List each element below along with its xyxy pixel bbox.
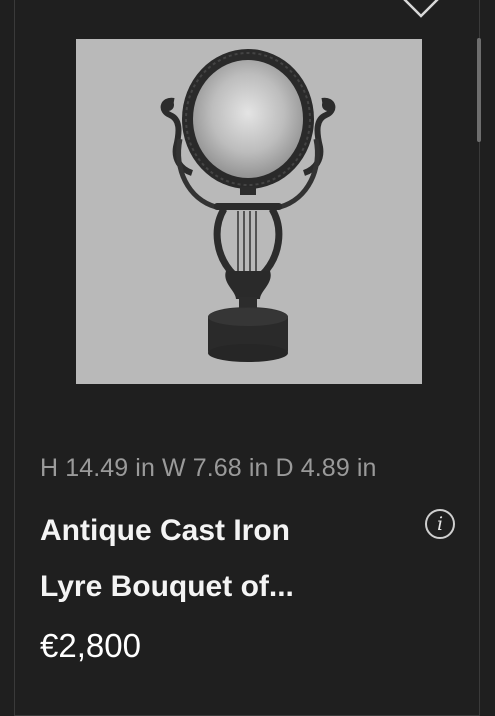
product-image[interactable] xyxy=(76,39,422,384)
product-price: €2,800 xyxy=(40,627,141,664)
product-title-line-1[interactable]: Antique Cast Iron xyxy=(40,503,410,559)
mirror-illustration xyxy=(160,49,336,362)
info-icon[interactable]: i xyxy=(425,509,455,539)
scrollbar[interactable] xyxy=(477,38,481,142)
info-glyph: i xyxy=(436,513,444,535)
product-dimensions: H 14.49 in W 7.68 in D 4.89 in xyxy=(40,454,377,482)
chevron-down-icon[interactable] xyxy=(398,0,444,22)
product-title-line-2[interactable]: Lyre Bouquet of... xyxy=(40,559,410,615)
product-title[interactable]: Antique Cast Iron Lyre Bouquet of... xyxy=(40,503,410,615)
